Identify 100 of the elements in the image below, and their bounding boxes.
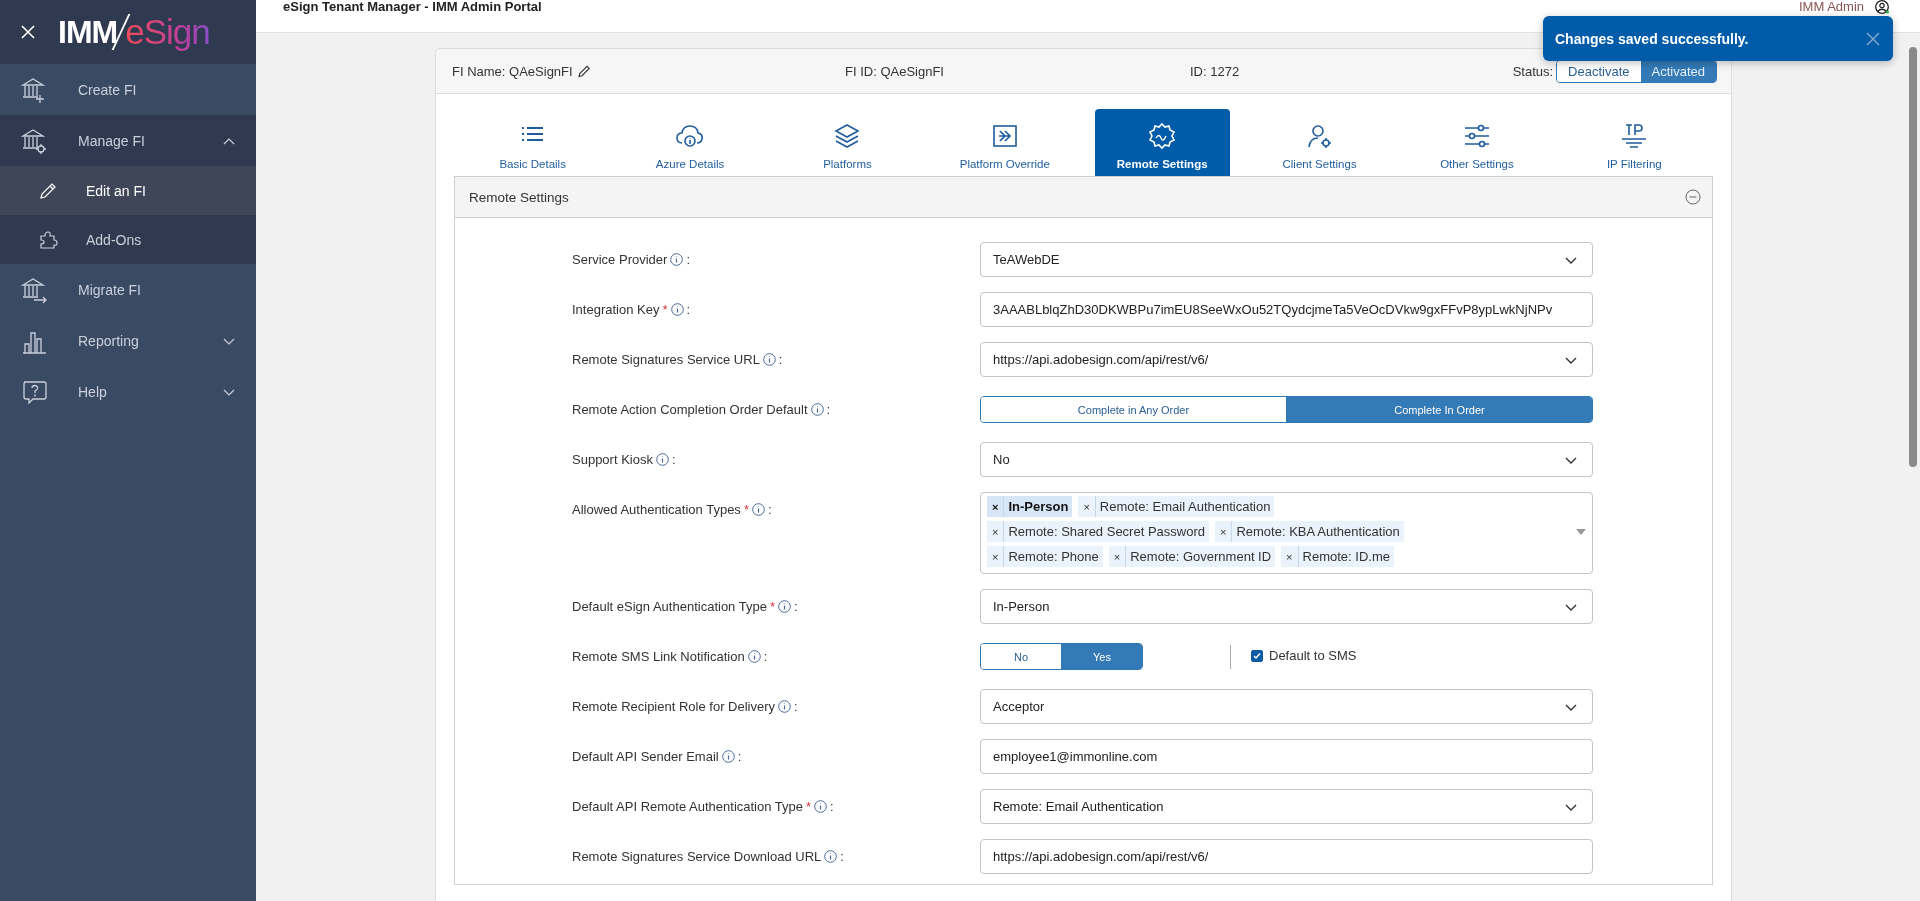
sidebar-item[interactable]: Migrate FI <box>0 264 256 315</box>
tab[interactable]: Platform Override <box>937 109 1073 176</box>
dropdown[interactable]: https://api.adobesign.com/api/rest/v6/ <box>980 342 1593 377</box>
sidebar-item[interactable]: Reporting <box>0 315 256 366</box>
info-icon <box>824 850 838 863</box>
label-colon: : <box>686 252 690 267</box>
label-colon: : <box>793 599 798 614</box>
status-label: Status: <box>1512 63 1554 79</box>
field-label: Remote Signatures Service URL <box>572 352 760 367</box>
record-id: ID: 1272 <box>1190 63 1241 79</box>
field-label: Remote Recipient Role for Delivery <box>572 699 776 714</box>
required-mark: * <box>806 799 812 814</box>
multi-select-field[interactable]: × In-Person × Remote: Email Authentication × Remote: Shared Secret Password × Remote: KBA Authentication × Remote: Phone × Remote: Government ID × Remote: ID.me <box>980 492 1593 574</box>
field-label: Allowed Authentication Types <box>572 502 741 517</box>
input-field[interactable]: 3AAABLblqZhD30DKWBPu7imEU8SeeWxOu52TQydcjmeTa5VeOcDVkw9gxFFvP8ypLwkNjNPv <box>980 292 1593 327</box>
info-icon <box>810 403 824 416</box>
caret-down-icon <box>1576 528 1586 535</box>
dropdown[interactable]: Remote: Email Authentication <box>980 789 1593 824</box>
tag: × Remote: KBA Authentication <box>1215 521 1404 542</box>
label-colon: : <box>686 302 691 317</box>
info-icon <box>655 453 669 466</box>
label-colon: : <box>794 699 798 714</box>
field-label: Support Kiosk <box>572 452 653 467</box>
info-icon <box>670 303 684 316</box>
field-label: Remote Signatures Service Download URL <box>572 849 822 864</box>
input-field[interactable]: employee1@immonline.com <box>980 739 1593 774</box>
field-label: Default API Sender Email <box>572 749 719 764</box>
remove-tag-button[interactable]: × <box>987 496 1005 517</box>
toast-message: Changes saved successfully. <box>1555 30 1749 47</box>
label-colon: : <box>826 402 831 417</box>
field-label: Integration Key <box>572 302 660 317</box>
info-icon <box>721 750 735 763</box>
section-title: Remote Settings <box>469 189 569 205</box>
tab[interactable]: IP Filtering <box>1566 109 1702 176</box>
pencil-icon <box>576 64 591 78</box>
page-title: eSign Tenant Manager - IMM Admin Portal <box>283 0 543 14</box>
sidebar-subitem[interactable]: Add-Ons <box>0 215 256 264</box>
required-mark: * <box>743 502 749 517</box>
user-avatar-icon <box>1874 0 1890 14</box>
tag: × Remote: Email Authentication <box>1078 496 1275 517</box>
label-colon: : <box>737 749 742 764</box>
field-label: Service Provider <box>572 252 668 267</box>
remove-tag-button[interactable]: × <box>1078 496 1096 517</box>
status-option[interactable]: Deactivate <box>1557 60 1641 82</box>
field-label: Default eSign Authentication Type <box>572 599 767 614</box>
field-label: Default API Remote Authentication Type <box>572 799 804 814</box>
info-icon <box>670 253 684 266</box>
field-label: Remote Action Completion Order Default <box>572 402 808 417</box>
tab[interactable]: Basic Details <box>465 109 601 176</box>
tag: × In-Person <box>987 496 1073 517</box>
dropdown[interactable]: No <box>980 442 1593 477</box>
info-icon <box>777 600 791 613</box>
info-icon <box>778 700 792 713</box>
tab[interactable]: Client Settings <box>1251 109 1388 176</box>
close-icon <box>20 24 36 40</box>
tag: × Remote: ID.me <box>1281 546 1394 567</box>
toggle-option[interactable]: Yes <box>1061 644 1142 669</box>
input-field[interactable]: https://api.adobesign.com/api/rest/v6/ <box>980 839 1593 874</box>
tag: × Remote: Shared Secret Password <box>987 521 1209 542</box>
fi-id: FI ID: QAeSignFI <box>845 63 945 79</box>
tab[interactable]: Azure Details <box>622 109 758 176</box>
info-icon <box>747 650 761 663</box>
tag: × Remote: Government ID <box>1108 546 1276 567</box>
label-colon: : <box>778 352 783 367</box>
label-colon: : <box>763 649 768 664</box>
tag: × Remote: Phone <box>987 546 1103 567</box>
sidebar-item[interactable]: Manage FI <box>0 115 256 166</box>
sidebar-item[interactable]: Create FI <box>0 64 256 115</box>
checkbox[interactable] <box>1251 649 1263 662</box>
dropdown[interactable]: Acceptor <box>980 689 1593 724</box>
dropdown[interactable]: TeAWebDE <box>980 242 1593 277</box>
label-colon: : <box>830 799 834 814</box>
puzzle-icon <box>38 229 58 250</box>
remove-tag-button[interactable]: × <box>987 521 1005 542</box>
label-colon: : <box>840 849 844 864</box>
remove-tag-button[interactable]: × <box>1108 546 1127 567</box>
tab[interactable]: Platforms <box>779 109 916 176</box>
remove-tag-button[interactable]: × <box>1215 521 1233 542</box>
label-colon: : <box>767 502 772 517</box>
fi-name: FI Name: QAeSignFI <box>452 63 573 79</box>
info-icon <box>814 800 828 813</box>
toggle-option[interactable]: Complete In Order <box>1286 397 1592 422</box>
close-icon <box>1865 30 1881 47</box>
remove-tag-button[interactable]: × <box>987 546 1005 567</box>
user-name[interactable]: IMM Admin <box>1799 0 1864 14</box>
checkbox-label: Default to SMS <box>1269 648 1357 663</box>
tab[interactable]: Other Settings <box>1409 109 1545 176</box>
sidebar-item[interactable]: Help <box>0 366 256 417</box>
label-colon: : <box>671 452 676 467</box>
dropdown[interactable]: In-Person <box>980 589 1593 624</box>
scrollbar-thumb[interactable] <box>1909 47 1917 467</box>
sidebar-subitem[interactable]: Edit an FI <box>0 166 256 215</box>
info-icon <box>751 503 765 516</box>
field-label: Remote SMS Link Notification <box>572 649 745 664</box>
logo: IMM eSign <box>58 12 210 52</box>
remove-tag-button[interactable]: × <box>1281 546 1299 567</box>
required-mark: * <box>662 302 668 317</box>
info-icon <box>762 353 776 366</box>
tab[interactable]: Remote Settings <box>1094 109 1230 176</box>
required-mark: * <box>769 599 775 614</box>
